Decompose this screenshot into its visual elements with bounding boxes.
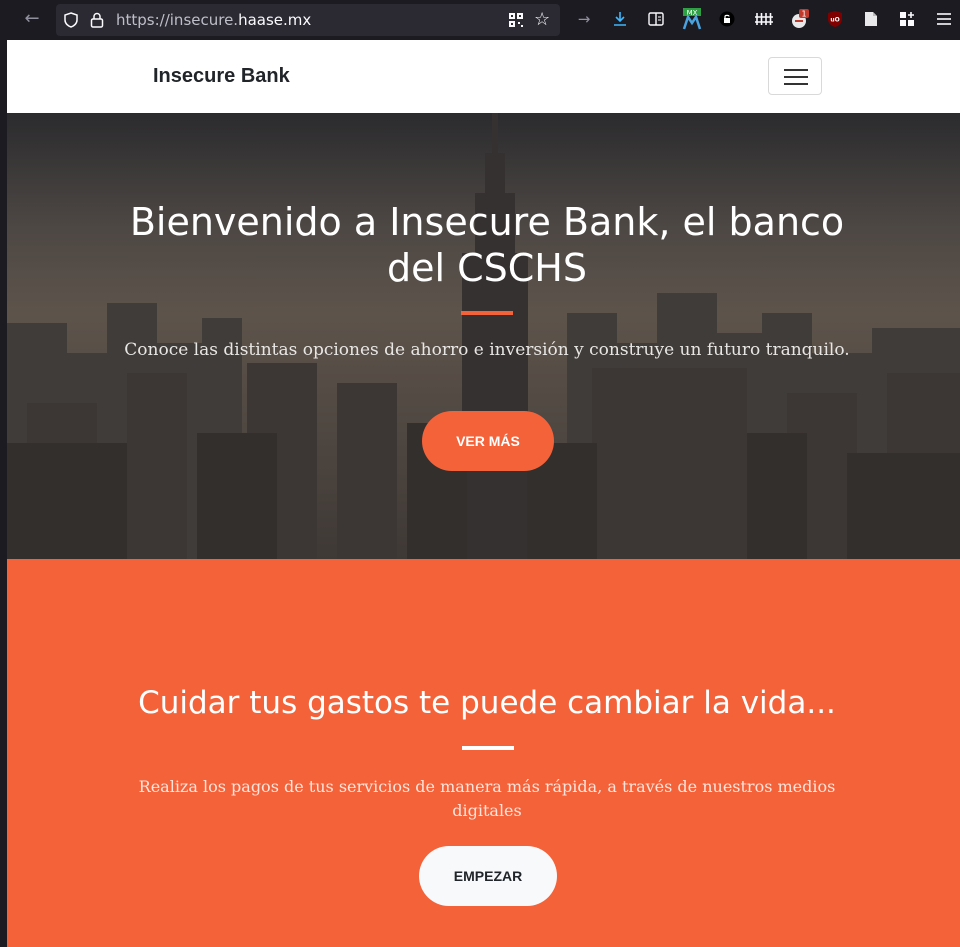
hero-title: Bienvenido a Insecure Bank, el banco del…: [129, 200, 845, 290]
navbar-brand[interactable]: Insecure Bank: [153, 65, 290, 88]
ublock-icon[interactable]: uO: [824, 8, 846, 30]
shield-icon[interactable]: [64, 12, 78, 28]
city-skyline-background: [7, 113, 960, 559]
address-bar[interactable]: https://insecure.haase.mx ☆: [56, 4, 560, 36]
fence-icon[interactable]: [753, 8, 775, 30]
extension-icon[interactable]: [716, 8, 738, 30]
navbar: Insecure Bank: [7, 40, 960, 113]
savings-section: Cuidar tus gastos te puede cambiar la vi…: [7, 559, 960, 947]
hamburger-line: [784, 76, 808, 78]
extension-badge-icon[interactable]: 1: [789, 8, 811, 30]
forward-icon[interactable]: →: [573, 8, 595, 30]
lock-icon[interactable]: [90, 12, 104, 28]
section-text: Realiza los pagos de tus servicios de ma…: [138, 777, 836, 820]
browser-toolbar: ← https://insecure.haase.mx ☆ → MX 1 uO: [0, 0, 960, 40]
bookmark-star-icon[interactable]: ☆: [534, 9, 550, 30]
section-divider: [462, 746, 514, 750]
hero-divider: [461, 311, 513, 315]
hero-subtitle: Conoce las distintas opciones de ahorro …: [124, 340, 850, 360]
hamburger-icon: [784, 69, 808, 71]
navbar-toggler-button[interactable]: [768, 57, 822, 95]
qr-code-icon[interactable]: [508, 12, 524, 28]
empezar-button[interactable]: EMPEZAR: [419, 846, 557, 906]
url-text: https://insecure.haase.mx: [116, 11, 312, 29]
svg-text:1: 1: [801, 10, 806, 19]
extensions-icon[interactable]: [896, 8, 918, 30]
mx-extension-icon[interactable]: MX: [681, 8, 703, 30]
menu-icon[interactable]: [933, 8, 955, 30]
back-arrow-icon[interactable]: ←: [22, 9, 42, 29]
section-title: Cuidar tus gastos te puede cambiar la vi…: [138, 685, 836, 721]
hero-section: Bienvenido a Insecure Bank, el banco del…: [7, 113, 960, 559]
hamburger-line: [784, 83, 808, 85]
reader-view-icon[interactable]: [645, 8, 667, 30]
page-viewport: Insecure Bank Bienvenido a Insecure Bank…: [7, 40, 960, 947]
download-icon[interactable]: [609, 8, 631, 30]
svg-text:uO: uO: [830, 17, 839, 24]
ver-mas-button[interactable]: VER MÁS: [422, 411, 554, 471]
page-icon[interactable]: [860, 8, 882, 30]
